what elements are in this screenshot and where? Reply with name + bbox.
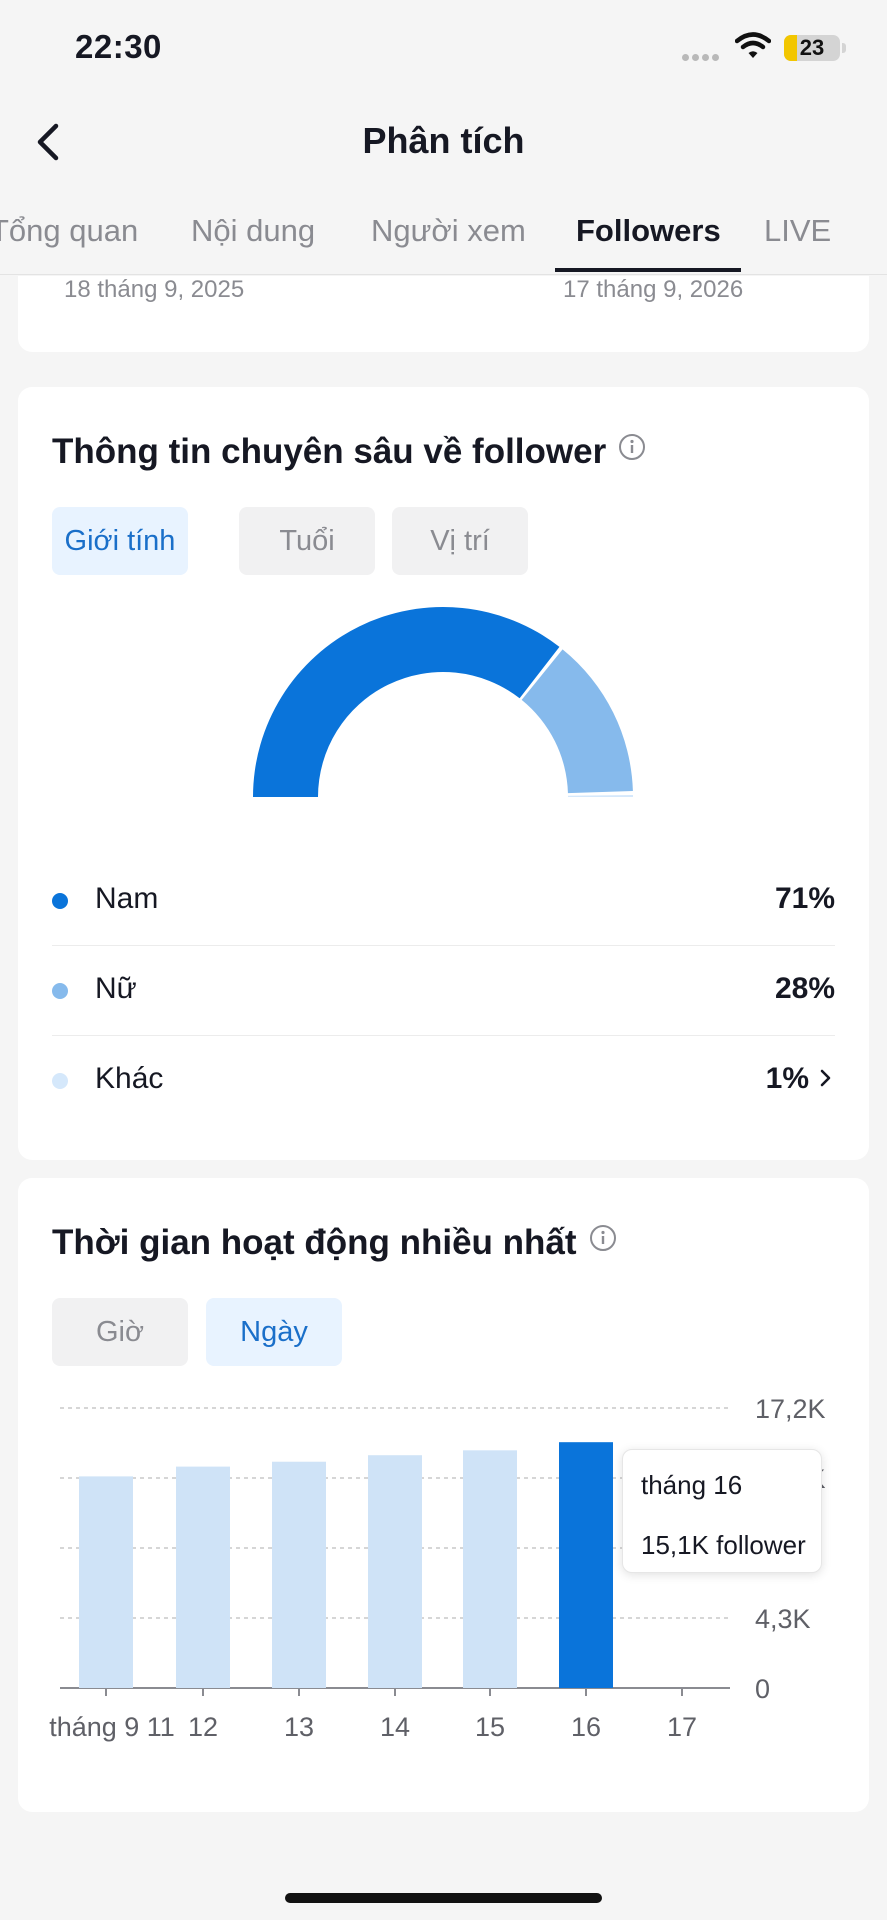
status-bar: 22:30 23 [0, 0, 887, 100]
most-active-time-card: Thời gian hoạt động nhiều nhất Giờ Ngày … [18, 1178, 869, 1812]
info-icon[interactable] [589, 1224, 617, 1252]
insights-title: Thông tin chuyên sâu về follower [52, 432, 646, 472]
tab-live[interactable]: LIVE [764, 213, 831, 249]
battery-icon: 23 [784, 35, 840, 61]
chart-bar[interactable] [272, 1461, 326, 1688]
chart-bar[interactable] [463, 1450, 517, 1688]
filter-age-button[interactable]: Tuổi [239, 507, 375, 575]
date-range-end: 17 tháng 9, 2026 [563, 276, 744, 303]
gauge-segment-male [253, 607, 560, 797]
tooltip-value: 15,1K follower [641, 1530, 806, 1560]
filter-hour-button[interactable]: Giờ [52, 1298, 188, 1366]
date-range-card: 18 tháng 9, 2025 17 tháng 9, 2026 [18, 276, 869, 352]
cellular-signal-icon [682, 54, 722, 62]
tab-content[interactable]: Nội dung [191, 213, 315, 249]
tab-viewers[interactable]: Người xem [371, 213, 526, 249]
chart-bar[interactable] [176, 1466, 230, 1688]
activity-title-text: Thời gian hoạt động nhiều nhất [52, 1223, 577, 1262]
info-icon[interactable] [618, 433, 646, 461]
filter-gender-button[interactable]: Giới tính [52, 507, 188, 575]
wifi-icon [735, 32, 771, 58]
home-indicator [285, 1893, 602, 1903]
tab-overview[interactable]: Tổng quan [0, 213, 138, 249]
status-time: 22:30 [75, 28, 162, 65]
header: Phân tích [0, 100, 887, 185]
legend-value-other-wrap: 1% [766, 1062, 835, 1096]
active-tab-indicator [555, 268, 741, 272]
legend-value-male: 71% [774, 882, 835, 915]
x-tick-label: 13 [284, 1712, 314, 1742]
filter-location-button[interactable]: Vị trí [392, 507, 528, 575]
chart-bar-highlighted[interactable] [559, 1442, 613, 1688]
filter-day-button[interactable]: Ngày [206, 1298, 342, 1366]
tab-followers[interactable]: Followers [576, 213, 721, 249]
legend-value-other: 1% [765, 1062, 809, 1095]
insights-title-text: Thông tin chuyên sâu về follower [52, 432, 607, 471]
legend-label-male: Nam [95, 882, 159, 915]
battery-tip [842, 43, 846, 53]
x-tick-label: 12 [188, 1712, 218, 1742]
legend-label-female: Nữ [95, 972, 137, 1005]
gauge-segment-other [567, 795, 633, 797]
chart-bar[interactable] [79, 1476, 133, 1688]
chart-bar[interactable] [368, 1455, 422, 1688]
y-tick-label: 4,3K [755, 1604, 811, 1634]
tab-bar: Tổng quan Nội dung Người xem Followers L… [0, 195, 887, 275]
legend-dot-female [52, 983, 68, 999]
legend-dot-other [52, 1073, 68, 1089]
activity-title: Thời gian hoạt động nhiều nhất [52, 1223, 617, 1263]
page-title: Phân tích [362, 120, 525, 161]
date-range-start: 18 tháng 9, 2025 [64, 276, 245, 303]
gender-gauge [253, 607, 633, 797]
x-tick-label: 15 [475, 1712, 505, 1742]
legend-label-other: Khác [95, 1062, 164, 1095]
chart-tooltip: tháng 16 15,1K follower [622, 1449, 822, 1573]
battery-level: 23 [799, 35, 825, 60]
legend-row-male: Nam 71% [52, 856, 835, 946]
y-tick-label: 0 [755, 1674, 770, 1704]
x-tick-label: 17 [667, 1712, 697, 1742]
legend-dot-male [52, 893, 68, 909]
x-tick-label: 16 [571, 1712, 601, 1742]
x-tick-label: tháng 9 11 [49, 1712, 175, 1742]
legend-value-female: 28% [774, 972, 835, 1005]
x-tick-label: 14 [380, 1712, 410, 1742]
tooltip-day: tháng 16 [641, 1470, 743, 1500]
legend-row-other[interactable]: Khác 1% [52, 1036, 835, 1126]
chevron-right-icon[interactable] [815, 1067, 835, 1089]
follower-insights-card: Thông tin chuyên sâu về follower Giới tí… [18, 387, 869, 1160]
y-tick-label: 17,2K [755, 1394, 826, 1424]
legend-row-female: Nữ 28% [52, 946, 835, 1036]
